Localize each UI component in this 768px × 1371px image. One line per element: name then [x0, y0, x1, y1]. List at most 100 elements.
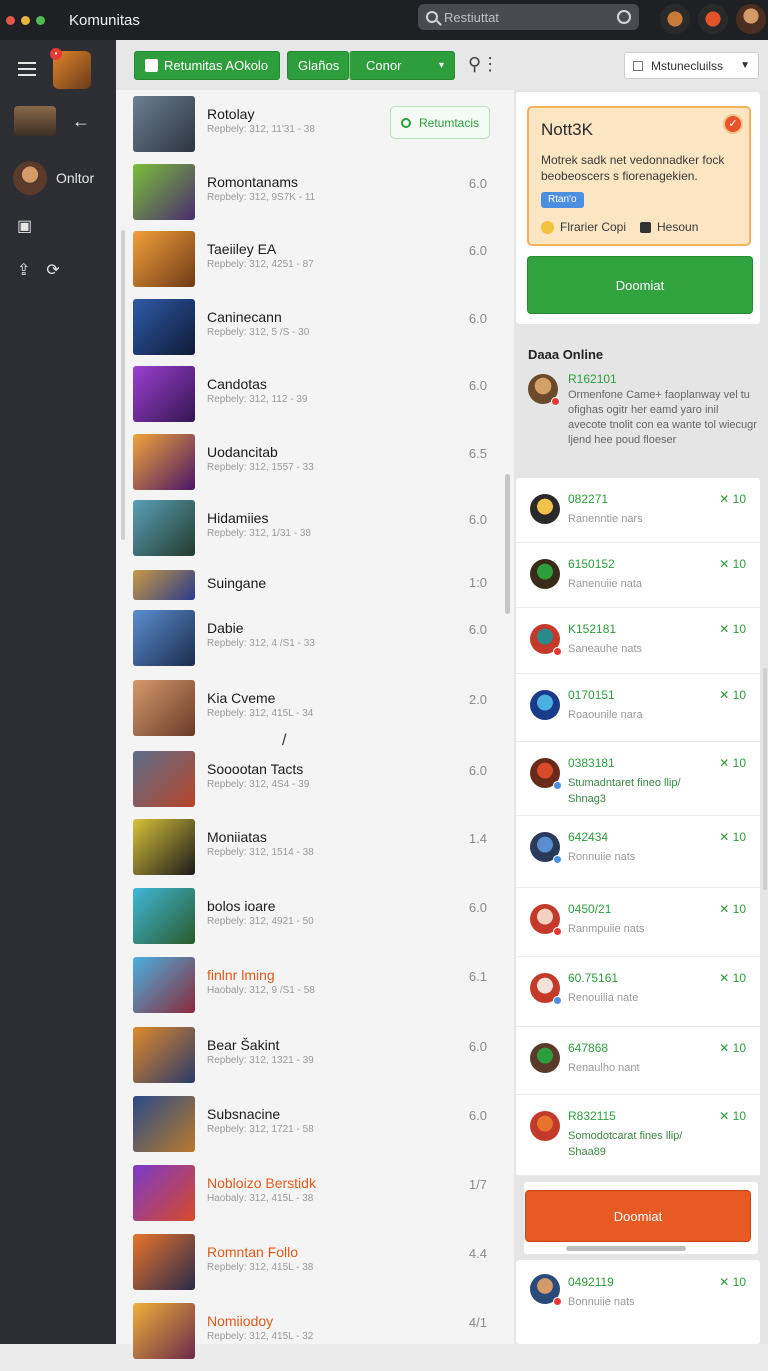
status-icon [553, 927, 562, 936]
friend-row[interactable]: 60.75161 Renouilia nate ✕ 10 [516, 957, 760, 1027]
friend-row[interactable]: 0450/21 Ranmpuiie nats ✕ 10 [516, 888, 760, 957]
filter-icon[interactable] [617, 10, 631, 24]
refresh-icon[interactable]: ⟳ [46, 260, 59, 280]
friend-count[interactable]: ✕ 10 [719, 492, 746, 506]
friend-count[interactable]: ✕ 10 [719, 971, 746, 985]
category-select-label: Conor [366, 58, 402, 73]
search-placeholder: Restiuttat [444, 9, 499, 25]
list-item[interactable]: Romntan Follo Repbely: 312, 415L - 38 4.4 [116, 1234, 504, 1302]
friend-row[interactable]: 0492119 Bonnuiie nats ✕ 10 [516, 1260, 760, 1344]
sidebar-game-tile[interactable]: • [50, 48, 91, 89]
scrollbar[interactable] [505, 474, 510, 614]
friend-count[interactable]: ✕ 10 [719, 1109, 746, 1123]
game-score: 6.0 [468, 622, 487, 637]
notice-footer-right[interactable]: Hesoun [657, 220, 698, 234]
check-icon[interactable]: ✓ [723, 114, 743, 134]
friend-count[interactable]: ✕ 10 [719, 688, 746, 702]
friend-row[interactable]: 642434 Ronnuiie nats ✕ 10 [516, 816, 760, 888]
download-button[interactable]: Doomiat [527, 256, 753, 314]
sort-select[interactable]: Mstunecluilss ▼ [624, 52, 759, 79]
primary-community-label: Retumitas AOkolo [164, 58, 269, 73]
notice-footer-left[interactable]: Flrarier Copi [560, 220, 626, 234]
horizontal-scrollbar[interactable] [566, 1246, 686, 1251]
friend-name: 082271 [568, 492, 609, 506]
game-score: 6.0 [468, 1039, 487, 1054]
friend-count[interactable]: ✕ 10 [719, 557, 746, 571]
primary-community-button[interactable]: Retumitas AOkolo [134, 51, 280, 80]
game-score: 6.0 [468, 176, 487, 191]
search-icon[interactable]: ⚲⋮ [468, 54, 499, 75]
scrollbar[interactable] [763, 668, 767, 890]
list-item[interactable]: finlnr lming Haobaly: 312, 9 /S1 - 58 6.1 [116, 957, 504, 1025]
friend-row[interactable]: R832115 Somodotcarat fines llip/ Shaa89 ✕ … [516, 1095, 760, 1176]
share-icon: ⇪ [17, 262, 31, 279]
sidebar-item-library[interactable]: ▣ [17, 216, 32, 236]
friend-count[interactable]: ✕ 10 [719, 622, 746, 636]
game-list: Rotolay Repbely: 312, 11'31 - 38 Romontana… [116, 90, 514, 1359]
list-item[interactable]: Candotas Repbely: 312, 112 - 39 6.0 [116, 366, 504, 434]
friend-row[interactable]: 0170151 Roaounile nara ✕ 10 [516, 674, 760, 742]
avatar [530, 973, 562, 1005]
friend-count[interactable]: ✕ 10 [719, 1275, 746, 1289]
friend-count[interactable]: ✕ 10 [719, 756, 746, 770]
list-item[interactable]: Caninecann Repbely: 312, 5 /S - 30 6.0 [116, 299, 504, 367]
friend-status: Ronnuiie nats [568, 851, 636, 863]
game-meta: Repbely: 312, 1321 - 39 [207, 1055, 314, 1066]
online-section-title: Daaa Online [528, 347, 604, 362]
search-icon [426, 11, 438, 23]
game-title: Candotas [207, 376, 267, 392]
global-search-input[interactable]: Restiuttat [418, 4, 639, 30]
game-meta: Repbely: 312, 9S7K - 11 [207, 192, 316, 203]
friend-count[interactable]: ✕ 10 [719, 902, 746, 916]
list-item[interactable]: Subsnacine Repbely: 312, 1721 - 58 6.0 [116, 1096, 504, 1164]
list-item[interactable]: Bear Šakint Repbely: 312, 1321 - 39 6.0 [116, 1027, 504, 1095]
friend-row[interactable]: 0383181 Stumadntaret fineo llip/ Shnag3 ✕ … [516, 742, 760, 816]
category-select[interactable]: Conor ▾ [349, 51, 455, 80]
sidebar-item-online[interactable]: Onltor [13, 161, 94, 195]
zoom-window-button[interactable] [36, 15, 45, 25]
friend-row[interactable]: 6150152 Ranenuiie nata ✕ 10 [516, 543, 760, 608]
tab-games[interactable]: Glaños [287, 51, 349, 80]
game-title: Sooootan Tacts [207, 761, 304, 777]
game-meta: Repbely: 312, 112 - 39 [207, 394, 308, 405]
list-item[interactable]: Sooootan Tacts Repbely: 312, 4S4 - 39 6.0 [116, 751, 504, 819]
sidebar-back-item[interactable]: ← [14, 106, 90, 136]
friend-count[interactable]: ✕ 10 [719, 1041, 746, 1055]
sidebar-item-share[interactable]: ⇪ ⟳ [17, 260, 60, 280]
avatar-rocket[interactable] [698, 4, 728, 34]
friend-row[interactable]: 647868 Renaulho nant ✕ 10 [516, 1027, 760, 1095]
game-thumbnail [133, 570, 195, 600]
game-score: 6.0 [468, 900, 487, 915]
notice-tag[interactable]: Rtan'o [541, 192, 584, 208]
list-item[interactable]: Nobloizo Berstidk Haobaly: 312, 415L - 38… [116, 1165, 504, 1233]
minimize-window-button[interactable] [21, 15, 30, 25]
list-item[interactable]: Romontanams Repbely: 312, 9S7K - 11 6.0 [116, 164, 504, 232]
back-arrow-icon[interactable]: ← [72, 111, 90, 132]
list-item[interactable]: Dabie Repbely: 312, 4 /S1 - 33 6.0 [116, 610, 504, 678]
game-title: Romntan Follo [207, 1244, 299, 1260]
return-button[interactable]: Retumtacis [390, 106, 490, 139]
friend-name: 6150152 [568, 557, 615, 571]
game-score: 4.4 [468, 1246, 487, 1261]
list-item[interactable]: Nomiiodoy Repbely: 312, 415L - 32 4/1 [116, 1303, 504, 1371]
list-item[interactable]: Uodancitab Repbely: 312, 1557 - 33 6.5 [116, 434, 504, 502]
game-meta: Repbely: 312, 5 /S - 30 [207, 327, 310, 338]
download-button-secondary[interactable]: Doomiat [525, 1190, 751, 1242]
friend-row[interactable]: 082271 Ranenntie nars ✕ 10 [516, 478, 760, 543]
list-item[interactable]: bolos ioare Repbely: 312, 4921 - 50 6.0 [116, 888, 504, 956]
friend-count[interactable]: ✕ 10 [719, 830, 746, 844]
avatar-user[interactable] [736, 4, 766, 34]
sort-select-label: Mstunecluilss [651, 58, 724, 73]
list-item[interactable]: Moniiatas Repbely: 312, 1514 - 38 1.4 [116, 819, 504, 887]
game-thumbnail [133, 610, 195, 666]
list-item[interactable]: Taeiiley EA Repbely: 312, 4251 - 87 6.0 [116, 231, 504, 299]
menu-button[interactable] [18, 62, 36, 76]
close-window-button[interactable] [6, 15, 15, 25]
game-title: Kia Cveme [207, 690, 276, 706]
avatar [530, 758, 562, 790]
avatar-truck[interactable] [660, 4, 690, 34]
friend-row[interactable]: K152181 Saneauhe nats ✕ 10 [516, 608, 760, 674]
list-item[interactable]: Hidamiies Repbely: 312, 1/31 - 38 6.0 [116, 500, 504, 568]
list-item[interactable]: Kia Cveme Repbely: 312, 415L - 34 2.0 [116, 680, 504, 748]
game-thumbnail [133, 1234, 195, 1290]
